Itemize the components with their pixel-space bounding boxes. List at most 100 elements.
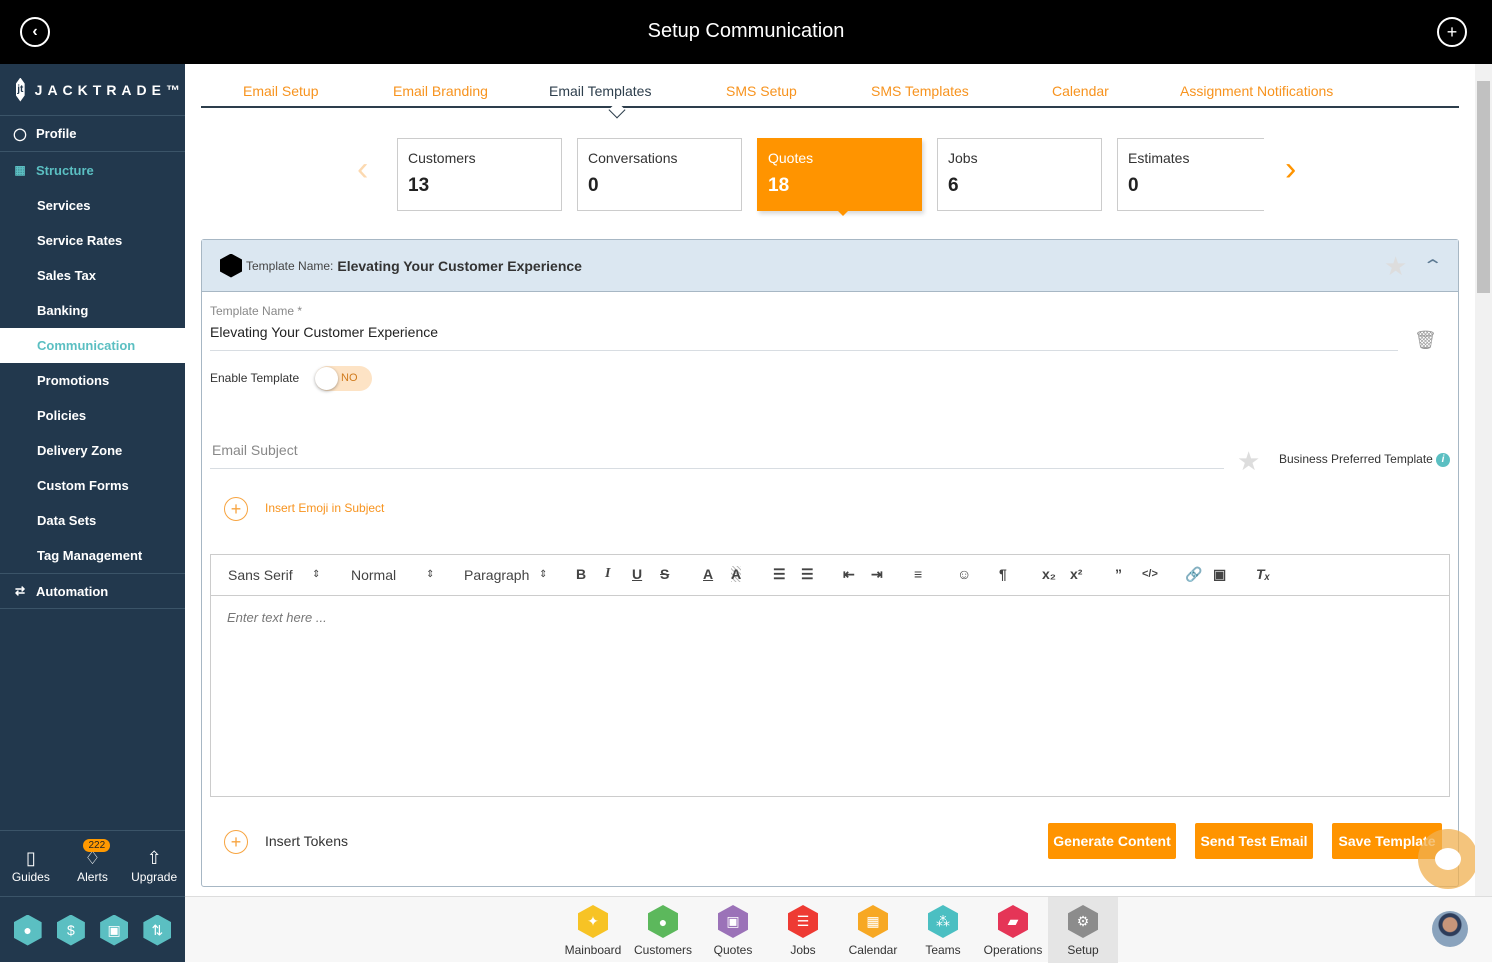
bottom-nav-customers[interactable]: ● Customers xyxy=(628,897,698,963)
clear-format-icon[interactable]: Tₓ xyxy=(1256,566,1270,582)
subscript-icon[interactable]: x₂ xyxy=(1042,566,1056,582)
underline-icon[interactable]: U xyxy=(632,566,642,582)
tab-email-branding[interactable]: Email Branding xyxy=(393,83,488,99)
upgrade-button[interactable]: ⇧ Upgrade xyxy=(126,848,182,884)
sidebar-item-structure[interactable]: ▦ Structure xyxy=(0,152,185,188)
bottom-nav-label: Operations xyxy=(983,943,1043,957)
sidebar-item-label: Communication xyxy=(37,338,136,353)
tab-email-templates[interactable]: Email Templates xyxy=(549,83,651,99)
italic-icon[interactable]: I xyxy=(605,566,610,582)
bottom-nav-jobs[interactable]: ☰ Jobs xyxy=(768,897,838,963)
insert-tokens-plus-icon[interactable]: + xyxy=(224,830,248,854)
sidebar-item-delivery-zone[interactable]: Delivery Zone xyxy=(0,433,185,468)
collapse-chevron-icon[interactable]: ⌃ xyxy=(1422,256,1443,276)
sidebar-item-service-rates[interactable]: Service Rates xyxy=(0,223,185,258)
sidebar-item-automation[interactable]: ⇄ Automation xyxy=(0,573,185,609)
template-panel-header[interactable]: Template Name: Elevating Your Customer E… xyxy=(202,240,1458,292)
top-bar: ‹ Setup Communication + xyxy=(0,0,1492,64)
sidebar-item-custom-forms[interactable]: Custom Forms xyxy=(0,468,185,503)
generate-content-button[interactable]: Generate Content xyxy=(1048,823,1176,859)
sidebar-item-data-sets[interactable]: Data Sets xyxy=(0,503,185,538)
blockquote-icon[interactable]: ” xyxy=(1115,566,1122,582)
strikethrough-icon[interactable]: S xyxy=(660,566,669,582)
insert-tokens-link[interactable]: Insert Tokens xyxy=(265,833,348,849)
sidebar-item-policies[interactable]: Policies xyxy=(0,398,185,433)
bottom-nav-operations[interactable]: ▰ Operations xyxy=(978,897,1048,963)
email-subject-input[interactable]: Email Subject xyxy=(212,442,298,458)
ordered-list-icon[interactable]: ☰ xyxy=(773,566,786,583)
outdent-icon[interactable]: ⇤ xyxy=(843,566,855,583)
bullet-list-icon[interactable]: ☰ xyxy=(801,566,814,583)
scrollbar-thumb[interactable] xyxy=(1477,81,1490,293)
jacktrade-logo-icon: jt xyxy=(16,77,25,102)
bold-icon[interactable]: B xyxy=(576,566,586,582)
tab-sms-setup[interactable]: SMS Setup xyxy=(726,83,797,99)
background-color-icon[interactable]: A xyxy=(731,566,742,582)
sidebar-item-banking[interactable]: Banking xyxy=(0,293,185,328)
sidebar-item-label: Policies xyxy=(37,408,87,423)
block-format-select[interactable]: Paragraph xyxy=(464,567,529,583)
bottom-nav-quotes[interactable]: ▣ Quotes xyxy=(698,897,768,963)
card-jobs[interactable]: Jobs 6 xyxy=(937,138,1102,211)
add-button[interactable]: + xyxy=(1437,17,1467,47)
guides-button[interactable]: ▯ Guides xyxy=(3,848,59,884)
card-estimates[interactable]: Estimates 0 xyxy=(1117,138,1264,211)
structure-icon: ▦ xyxy=(14,163,26,177)
business-preferred-star-icon[interactable]: ★ xyxy=(1237,446,1260,477)
chat-widget-button[interactable] xyxy=(1418,829,1478,889)
template-hex-icon xyxy=(220,253,242,278)
tab-assignment-notifications[interactable]: Assignment Notifications xyxy=(1180,83,1333,99)
user-hex-icon[interactable]: ● xyxy=(13,914,42,946)
insert-emoji-plus-icon[interactable]: + xyxy=(224,497,248,521)
tab-sms-templates[interactable]: SMS Templates xyxy=(871,83,969,99)
alerts-button[interactable]: 222 ♢ Alerts xyxy=(64,838,120,884)
vertical-scrollbar[interactable] xyxy=(1475,64,1492,896)
link-icon[interactable]: 🔗 xyxy=(1185,566,1202,583)
send-test-email-button[interactable]: Send Test Email xyxy=(1195,823,1313,859)
card-conversations[interactable]: Conversations 0 xyxy=(577,138,742,211)
indent-icon[interactable]: ⇥ xyxy=(871,566,883,583)
sidebar-item-services[interactable]: Services xyxy=(0,188,185,223)
text-direction-icon[interactable]: ¶ xyxy=(999,566,1007,582)
sidebar-item-profile[interactable]: ◯ Profile xyxy=(0,116,185,152)
trash-icon[interactable]: 🗑 xyxy=(1414,330,1437,351)
bottom-nav: ✦ Mainboard ● Customers ▣ Quotes ☰ Jobs ▦ Calenda… xyxy=(185,896,1492,963)
insert-emoji-link[interactable]: Insert Emoji in Subject xyxy=(265,501,384,515)
select-arrows-icon: ⇕ xyxy=(312,569,321,580)
template-name-input[interactable]: Elevating Your Customer Experience xyxy=(210,324,438,340)
user-avatar[interactable] xyxy=(1432,911,1468,947)
superscript-icon[interactable]: x² xyxy=(1070,566,1082,582)
card-customers[interactable]: Customers 13 xyxy=(397,138,562,211)
dollar-hex-icon[interactable]: $ xyxy=(56,914,85,946)
image-icon[interactable]: ▣ xyxy=(1213,566,1226,583)
mainboard-icon: ✦ xyxy=(578,905,608,938)
money-hex-icon[interactable]: ▣ xyxy=(100,914,129,946)
font-family-select[interactable]: Sans Serif xyxy=(228,567,293,583)
editor-content-area[interactable]: Enter text here ... xyxy=(211,596,1449,639)
bottom-nav-mainboard[interactable]: ✦ Mainboard xyxy=(558,897,628,963)
tab-email-setup[interactable]: Email Setup xyxy=(243,83,318,99)
bottom-nav-teams[interactable]: ⁂ Teams xyxy=(908,897,978,963)
template-name-underline xyxy=(210,350,1398,351)
sidebar-item-promotions[interactable]: Promotions xyxy=(0,363,185,398)
card-count: 13 xyxy=(408,175,430,196)
info-icon[interactable]: i xyxy=(1436,453,1450,467)
logo[interactable]: jt JACKTRADE™ xyxy=(0,64,185,116)
align-icon[interactable]: ≡ xyxy=(914,566,922,582)
tab-calendar[interactable]: Calendar xyxy=(1052,83,1109,99)
card-quotes[interactable]: Quotes 18 xyxy=(757,138,922,216)
workflow-hex-icon[interactable]: ⇅ xyxy=(143,914,172,946)
sidebar-item-communication[interactable]: Communication xyxy=(0,328,185,363)
emoji-icon[interactable]: ☺ xyxy=(957,566,971,582)
bottom-nav-setup[interactable]: ⚙ Setup xyxy=(1048,897,1118,963)
enable-template-toggle[interactable]: NO xyxy=(315,366,372,391)
sidebar-item-sales-tax[interactable]: Sales Tax xyxy=(0,258,185,293)
font-size-select[interactable]: Normal xyxy=(351,567,396,583)
favorite-star-icon[interactable]: ★ xyxy=(1384,251,1407,282)
sidebar-item-tag-management[interactable]: Tag Management xyxy=(0,538,185,573)
bottom-nav-calendar[interactable]: ▦ Calendar xyxy=(838,897,908,963)
code-block-icon[interactable]: </> xyxy=(1142,568,1158,580)
cards-next-button[interactable]: › xyxy=(1285,150,1296,189)
upgrade-label: Upgrade xyxy=(131,869,178,884)
text-color-icon[interactable]: A xyxy=(703,566,713,582)
